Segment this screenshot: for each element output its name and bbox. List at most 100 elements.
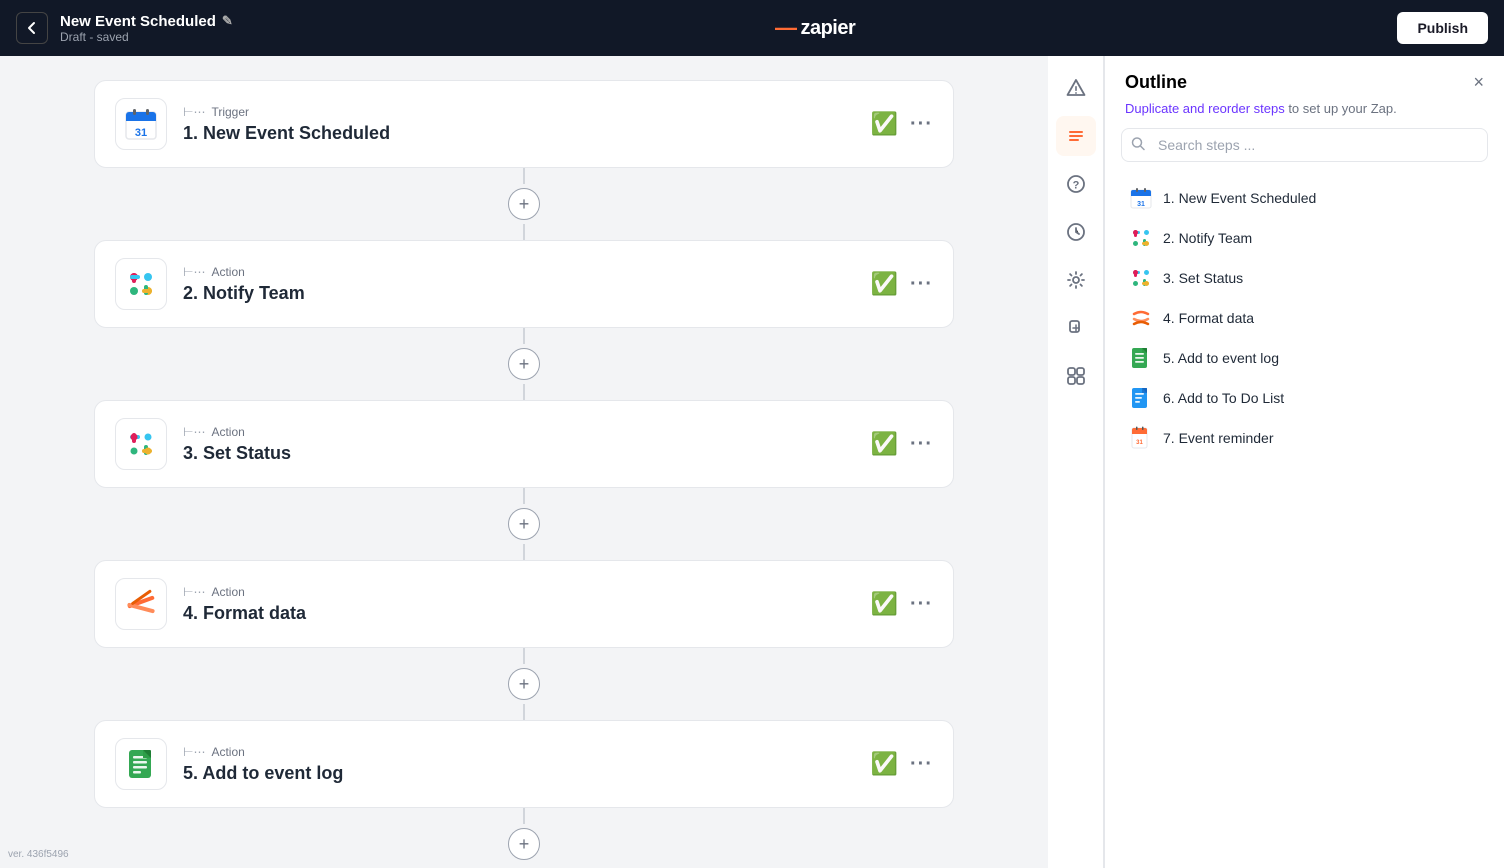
bolt-icon [1066, 318, 1086, 338]
outline-icon-slack-3 [1129, 266, 1153, 290]
connector-8 [523, 704, 525, 720]
canvas-area: 31 ⊢⋯ Trigger 1. New Event Scheduled ✅ ·… [0, 56, 1048, 868]
outline-close-button[interactable]: × [1473, 72, 1484, 93]
step-check-4: ✅ [871, 591, 898, 617]
step-info-2: ⊢⋯ Action 2. Notify Team [183, 265, 855, 304]
version-label: ver. 436f5496 [8, 849, 69, 860]
format-icon [123, 586, 159, 622]
step-type-3: ⊢⋯ Action [183, 425, 855, 439]
step-name-4: 4. Format data [183, 603, 855, 624]
sidebar-icons: ? [1048, 56, 1104, 868]
back-arrow-icon [24, 20, 40, 36]
google-sheets-icon [124, 747, 158, 781]
add-step-1[interactable]: + [508, 188, 540, 220]
help-icon: ? [1066, 174, 1086, 194]
step-info-3: ⊢⋯ Action 3. Set Status [183, 425, 855, 464]
warning-sidebar-btn[interactable] [1056, 68, 1096, 108]
step-actions-1: ✅ ··· [871, 111, 933, 137]
help-sidebar-btn[interactable]: ? [1056, 164, 1096, 204]
edit-icon[interactable]: ✎ [222, 13, 233, 29]
outline-step-5[interactable]: 5. Add to event log [1121, 338, 1488, 378]
step-icon-format [115, 578, 167, 630]
search-input[interactable] [1121, 128, 1488, 162]
outline-step-6[interactable]: 6. Add to To Do List [1121, 378, 1488, 418]
outline-panel: Outline × Duplicate and reorder steps to… [1104, 56, 1504, 868]
step-type-2: ⊢⋯ Action [183, 265, 855, 279]
zap-name: New Event Scheduled [60, 13, 216, 30]
step-more-5[interactable]: ··· [910, 753, 933, 776]
zap-status: Draft - saved [60, 30, 233, 44]
step-name-2: 2. Notify Team [183, 283, 855, 304]
header-left: New Event Scheduled ✎ Draft - saved [16, 12, 233, 44]
step-check-2: ✅ [871, 271, 898, 297]
step-more-4[interactable]: ··· [910, 593, 933, 616]
zap-title-group: New Event Scheduled ✎ Draft - saved [60, 13, 233, 44]
step-more-3[interactable]: ··· [910, 433, 933, 456]
search-box [1121, 128, 1488, 162]
search-icon [1131, 137, 1145, 154]
outline-icon-sheets [1129, 346, 1153, 370]
svg-text:?: ? [1072, 180, 1079, 192]
outline-step-label-1: 1. New Event Scheduled [1163, 190, 1316, 206]
outline-step-7[interactable]: 31 7. Event reminder [1121, 418, 1488, 458]
step-card-4[interactable]: ⊢⋯ Action 4. Format data ✅ ··· [94, 560, 954, 648]
step-name-1: 1. New Event Scheduled [183, 123, 855, 144]
duplicate-reorder-link[interactable]: Duplicate and reorder steps [1125, 101, 1285, 116]
back-button[interactable] [16, 12, 48, 44]
list-sidebar-btn[interactable] [1056, 116, 1096, 156]
integration-sidebar-btn[interactable] [1056, 356, 1096, 396]
slack-icon-2 [124, 267, 158, 301]
warning-icon [1066, 78, 1086, 98]
step-more-1[interactable]: ··· [910, 113, 933, 136]
header: New Event Scheduled ✎ Draft - saved —zap… [0, 0, 1504, 56]
outline-icon-todo [1129, 386, 1153, 410]
zap-sidebar-btn[interactable] [1056, 308, 1096, 348]
connector-9 [523, 808, 525, 824]
step-card-1[interactable]: 31 ⊢⋯ Trigger 1. New Event Scheduled ✅ ·… [94, 80, 954, 168]
outline-step-3[interactable]: 3. Set Status [1121, 258, 1488, 298]
svg-text:31: 31 [135, 127, 147, 139]
connector-4 [523, 384, 525, 400]
step-actions-2: ✅ ··· [871, 271, 933, 297]
outline-subtitle: Duplicate and reorder steps to set up yo… [1105, 101, 1504, 128]
step-type-1: ⊢⋯ Trigger [183, 105, 855, 119]
add-step-4[interactable]: + [508, 668, 540, 700]
step-type-5: ⊢⋯ Action [183, 745, 855, 759]
add-step-5[interactable]: + [508, 828, 540, 860]
step-icon-slack-2 [115, 258, 167, 310]
settings-sidebar-btn[interactable] [1056, 260, 1096, 300]
step-icon-sheets [115, 738, 167, 790]
step-icon-slack-3 [115, 418, 167, 470]
magnifier-icon [1131, 137, 1145, 151]
step-card-2[interactable]: ⊢⋯ Action 2. Notify Team ✅ ··· [94, 240, 954, 328]
connector-6 [523, 544, 525, 560]
step-more-2[interactable]: ··· [910, 273, 933, 296]
outline-icon-gcal: 31 [1129, 186, 1153, 210]
publish-button[interactable]: Publish [1397, 12, 1488, 44]
connector-2 [523, 224, 525, 240]
step-actions-5: ✅ ··· [871, 751, 933, 777]
outline-icon-event-reminder: 31 [1129, 426, 1153, 450]
outline-step-1[interactable]: 31 1. New Event Scheduled [1121, 178, 1488, 218]
outline-step-label-3: 3. Set Status [1163, 270, 1243, 286]
add-step-3[interactable]: + [508, 508, 540, 540]
outline-step-2[interactable]: 2. Notify Team [1121, 218, 1488, 258]
zapier-logo: —zapier [775, 17, 855, 40]
step-info-1: ⊢⋯ Trigger 1. New Event Scheduled [183, 105, 855, 144]
google-calendar-icon: 31 [123, 106, 159, 142]
outline-step-4[interactable]: 4. Format data [1121, 298, 1488, 338]
outline-step-label-6: 6. Add to To Do List [1163, 390, 1284, 406]
outline-title: Outline [1125, 72, 1187, 93]
step-name-3: 3. Set Status [183, 443, 855, 464]
step-info-5: ⊢⋯ Action 5. Add to event log [183, 745, 855, 784]
add-step-2[interactable]: + [508, 348, 540, 380]
step-card-5[interactable]: ⊢⋯ Action 5. Add to event log ✅ ··· [94, 720, 954, 808]
connector-1 [523, 168, 525, 184]
outline-step-label-4: 4. Format data [1163, 310, 1254, 326]
history-sidebar-btn[interactable] [1056, 212, 1096, 252]
connector-7 [523, 648, 525, 664]
outline-icon-slack-2 [1129, 226, 1153, 250]
zap-name-row: New Event Scheduled ✎ [60, 13, 233, 30]
connector-5 [523, 488, 525, 504]
step-card-3[interactable]: ⊢⋯ Action 3. Set Status ✅ ··· [94, 400, 954, 488]
